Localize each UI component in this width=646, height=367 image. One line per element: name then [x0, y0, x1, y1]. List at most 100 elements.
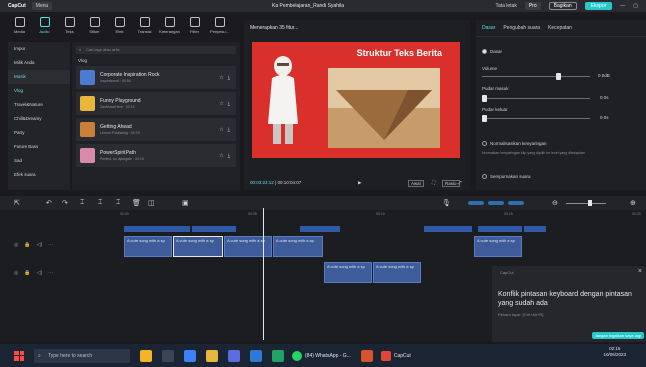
list-item[interactable]: Getting Ahead Lemon Publishing · 00:29 ☆ ⤓ — [76, 118, 236, 141]
favorite-icon[interactable]: ☆ — [219, 75, 223, 81]
download-icon[interactable]: ⤓ — [228, 75, 230, 81]
file-explorer-icon[interactable] — [206, 349, 218, 362]
nav-item-vlog[interactable]: Vlog — [8, 84, 70, 98]
tab-speed[interactable]: Kecepatan — [548, 25, 572, 31]
layout-button[interactable]: Tata letak — [495, 3, 516, 9]
magnet-toggle[interactable] — [468, 201, 484, 205]
tab-basic[interactable]: Dasar — [482, 25, 495, 31]
split-icon[interactable]: ⌶ — [80, 199, 84, 207]
tool-captions[interactable]: Keterangan — [158, 14, 181, 38]
link-toggle[interactable] — [488, 201, 504, 205]
split-right-icon[interactable]: ⌶ — [116, 199, 120, 207]
basic-toggle[interactable] — [482, 49, 487, 54]
split-left-icon[interactable]: ⌶ — [98, 199, 102, 207]
fade-out-value[interactable]: 0.0s — [600, 115, 609, 120]
tool-filter[interactable]: Filter — [183, 14, 206, 38]
nav-item-chill[interactable]: Chill&Dreamy — [8, 112, 70, 126]
text-track-clip[interactable] — [300, 226, 340, 232]
word-icon[interactable] — [250, 349, 262, 362]
list-item[interactable]: Corporate Inspiration Rock Inspirational … — [76, 66, 236, 89]
favorite-icon[interactable]: ☆ — [219, 153, 223, 159]
normalize-checkbox[interactable] — [482, 141, 487, 146]
nav-item-music[interactable]: Musik — [8, 70, 70, 84]
audio-clip[interactable]: A cute song with a sp — [474, 236, 522, 257]
fade-in-handle[interactable] — [482, 95, 487, 102]
volume-slider[interactable] — [482, 76, 590, 77]
tool-transition[interactable]: Transisi — [133, 14, 156, 38]
tool-media[interactable]: Media — [8, 14, 31, 38]
audio-clip[interactable]: A cute song with a sp — [373, 262, 421, 283]
music-search-input[interactable]: Cari lagu atau artis — [76, 46, 236, 54]
dont-remind-button[interactable]: Jangan ingatkan saya lagi — [591, 332, 644, 339]
zoom-handle[interactable] — [588, 200, 592, 206]
mirror-icon[interactable]: ◫ — [148, 199, 155, 207]
list-item[interactable]: PowerSpiritPath Perfect, so dykegate · 00… — [76, 144, 236, 167]
taskbar-capcut[interactable]: CapCut — [380, 350, 411, 361]
tool-effects[interactable]: Efek — [108, 14, 131, 38]
taskbar-search-input[interactable]: Type here to search — [34, 348, 130, 363]
nav-item-futurebass[interactable]: Future Bass — [8, 140, 70, 154]
nav-item-import[interactable]: Impor — [8, 42, 70, 56]
lock-track-icon[interactable]: 🔒 — [24, 242, 30, 248]
mute-icon[interactable]: ◁) — [37, 242, 43, 248]
text-track-clip[interactable] — [524, 226, 546, 232]
system-clock[interactable]: 02:15 10/06/2023 — [603, 346, 626, 358]
text-track-clip[interactable] — [424, 226, 472, 232]
powerpoint-icon[interactable] — [360, 349, 373, 362]
nav-item-mine[interactable]: Milik Anda — [8, 56, 70, 70]
edge-icon[interactable] — [184, 349, 196, 362]
zoom-out-icon[interactable]: ⊖ — [552, 199, 558, 207]
fade-out-slider[interactable] — [482, 118, 590, 119]
taskbar-whatsapp[interactable]: (84) WhatsApp - G... — [292, 350, 351, 361]
start-icon[interactable] — [14, 350, 24, 361]
lock-icon[interactable]: ◎ — [14, 270, 18, 276]
menu-button[interactable]: Menu — [31, 2, 53, 10]
tool-audio[interactable]: Audio — [33, 14, 56, 38]
playhead[interactable] — [263, 208, 264, 340]
volume-slider-handle[interactable] — [556, 73, 561, 80]
tool-adjust[interactable]: Penyesu... — [208, 14, 231, 38]
crop-icon[interactable]: ⛶ — [432, 180, 435, 185]
text-track-clip[interactable] — [192, 226, 236, 232]
mic-icon[interactable]: 🎙 — [442, 199, 451, 207]
preview-canvas[interactable]: Struktur Teks Berita — [252, 42, 460, 158]
tool-text[interactable]: Teks — [58, 14, 81, 38]
lock-track-icon[interactable]: 🔒 — [24, 270, 30, 276]
lock-icon[interactable]: ◎ — [14, 242, 18, 248]
zoom-slider[interactable] — [566, 203, 606, 204]
audio-clip[interactable]: A cute song with a sp — [124, 236, 172, 257]
nav-item-party[interactable]: Party — [8, 126, 70, 140]
pro-button[interactable]: Pro — [524, 2, 541, 10]
tool-sticker[interactable]: Stiker — [83, 14, 106, 38]
volume-value[interactable]: 0.0dB — [598, 73, 610, 78]
download-icon[interactable]: ⤓ — [228, 153, 230, 159]
widget-icon[interactable] — [140, 349, 152, 362]
minimize-icon[interactable]: — — [620, 3, 625, 9]
share-button[interactable]: Bagikan — [548, 2, 577, 10]
maximize-icon[interactable]: ▢ — [633, 3, 638, 9]
text-track-clip[interactable] — [478, 226, 522, 232]
text-track-clip[interactable] — [124, 226, 190, 232]
play-icon[interactable]: ▶ — [358, 180, 361, 186]
close-icon[interactable]: × — [638, 268, 642, 275]
ratio-button[interactable]: Awal — [408, 180, 424, 187]
fullscreen-icon[interactable]: ⤢ — [458, 180, 462, 185]
nav-item-sfx[interactable]: Efek suara — [8, 168, 70, 182]
zoom-in-icon[interactable]: ⊕ — [630, 199, 636, 207]
favorite-icon[interactable]: ☆ — [219, 127, 223, 133]
nav-item-travel[interactable]: Travel&Nature — [8, 98, 70, 112]
fade-out-handle[interactable] — [482, 115, 487, 122]
audio-clip[interactable]: A cute song with a sp — [324, 262, 372, 283]
aspect-button[interactable]: Rasio — [442, 180, 460, 187]
export-button[interactable]: Ekspor — [584, 2, 613, 10]
tab-voice-changer[interactable]: Pengubah suara — [503, 25, 540, 31]
fade-in-value[interactable]: 0.0s — [600, 95, 609, 100]
select-tool-icon[interactable]: ⇱ — [14, 199, 20, 207]
favorite-icon[interactable]: ☆ — [219, 101, 223, 107]
task-view-icon[interactable] — [162, 349, 174, 362]
download-icon[interactable]: ⤓ — [228, 127, 230, 133]
redo-icon[interactable]: ↷ — [62, 199, 68, 207]
download-icon[interactable]: ⤓ — [228, 101, 230, 107]
more-icon[interactable]: ⋯ — [48, 242, 53, 248]
fade-in-slider[interactable] — [482, 98, 590, 99]
